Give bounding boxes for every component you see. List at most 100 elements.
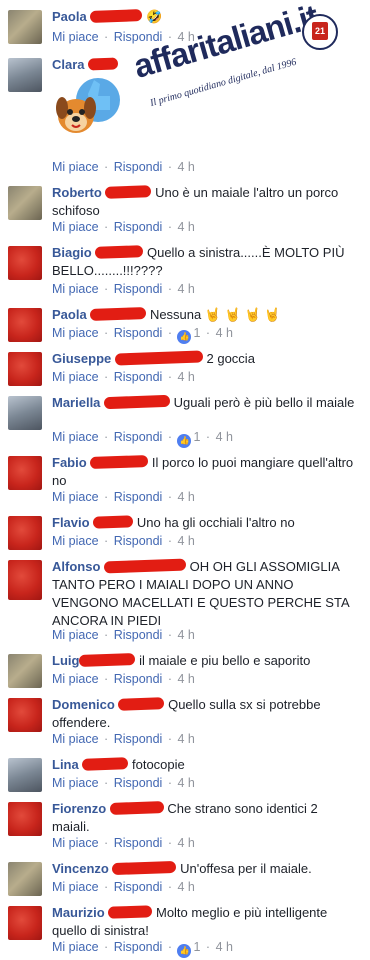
reply-link[interactable]: Rispondi (114, 430, 163, 444)
timestamp[interactable]: 4 h (177, 282, 194, 296)
reply-link[interactable]: Rispondi (114, 732, 163, 746)
commenter-name[interactable]: Giuseppe (52, 351, 111, 366)
thumbs-up-icon[interactable]: 👍 (177, 330, 192, 344)
reply-link[interactable]: Rispondi (114, 672, 163, 686)
timestamp[interactable]: 4 h (177, 880, 194, 894)
reply-link[interactable]: Rispondi (114, 836, 163, 850)
timestamp[interactable]: 4 h (177, 370, 194, 384)
comment-actions: Mi piace · Rispondi · 4 h (52, 776, 195, 790)
like-link[interactable]: Mi piace (52, 282, 99, 296)
like-link[interactable]: Mi piace (52, 220, 99, 234)
commenter-name[interactable]: Clara (52, 57, 85, 72)
like-link[interactable]: Mi piace (52, 628, 99, 642)
commenter-name[interactable]: Vincenzo (52, 861, 109, 876)
avatar[interactable] (8, 698, 42, 732)
like-link[interactable]: Mi piace (52, 160, 99, 174)
commenter-name[interactable]: Roberto (52, 185, 102, 200)
avatar[interactable] (8, 862, 42, 896)
comment-actions: Mi piace · Rispondi · 4 h (52, 836, 195, 850)
commenter-name[interactable]: Flavio (52, 515, 90, 530)
timestamp[interactable]: 4 h (216, 326, 233, 340)
affaritaliani-logo: affaritaliani.it Il primo quotidiano dig… (130, 0, 340, 138)
like-link[interactable]: Mi piace (52, 326, 99, 340)
like-link[interactable]: Mi piace (52, 940, 99, 954)
comment-text: il maiale e piu bello e saporito (139, 653, 311, 668)
commenter-name[interactable]: Paola (52, 9, 87, 24)
reply-link[interactable]: Rispondi (114, 880, 163, 894)
reply-link[interactable]: Rispondi (114, 282, 163, 296)
comment-text: Uguali però è più bello il maiale (173, 395, 355, 410)
reply-link[interactable]: Rispondi (114, 220, 163, 234)
avatar[interactable] (8, 352, 42, 386)
timestamp[interactable]: 4 h (216, 940, 233, 954)
avatar[interactable] (8, 308, 42, 342)
timestamp[interactable]: 4 h (177, 490, 194, 504)
timestamp[interactable]: 4 h (177, 672, 194, 686)
redaction-mark (105, 185, 152, 199)
commenter-name[interactable]: Lina (52, 757, 79, 772)
thumbs-up-icon[interactable]: 👍 (177, 434, 192, 448)
timestamp[interactable]: 4 h (177, 220, 194, 234)
timestamp[interactable]: 4 h (177, 776, 194, 790)
like-link[interactable]: Mi piace (52, 880, 99, 894)
like-link[interactable]: Mi piace (52, 534, 99, 548)
avatar[interactable] (8, 58, 42, 92)
like-link[interactable]: Mi piace (52, 776, 99, 790)
timestamp[interactable]: 4 h (177, 836, 194, 850)
like-link[interactable]: Mi piace (52, 732, 99, 746)
reply-link[interactable]: Rispondi (114, 160, 163, 174)
thumbs-up-icon[interactable]: 👍 (177, 944, 192, 958)
avatar[interactable] (8, 456, 42, 490)
redaction-mark (118, 697, 165, 711)
like-link[interactable]: Mi piace (52, 430, 99, 444)
redaction-mark (90, 454, 149, 470)
commenter-name[interactable]: Maurizio (52, 905, 105, 920)
commenter-name[interactable]: Fiorenzo (52, 801, 106, 816)
avatar[interactable] (8, 758, 42, 792)
commenter-name[interactable]: Domenico (52, 697, 115, 712)
reply-link[interactable]: Rispondi (114, 628, 163, 642)
timestamp[interactable]: 4 h (177, 534, 194, 548)
avatar[interactable] (8, 10, 42, 44)
comment-text: Uno ha gli occhiali l'altro no (136, 515, 295, 530)
avatar[interactable] (8, 654, 42, 688)
avatar[interactable] (8, 396, 42, 430)
redaction-mark (90, 307, 147, 321)
commenter-name[interactable]: Fabio (52, 455, 87, 470)
timestamp[interactable]: 4 h (177, 628, 194, 642)
commenter-name[interactable]: Biagio (52, 245, 92, 260)
avatar[interactable] (8, 516, 42, 550)
reply-link[interactable]: Rispondi (114, 370, 163, 384)
like-link[interactable]: Mi piace (52, 672, 99, 686)
comment-actions: Mi piace · Rispondi · 4 h (52, 282, 195, 296)
avatar[interactable] (8, 560, 42, 600)
like-link[interactable]: Mi piace (52, 836, 99, 850)
dog-thumbs-up-sticker (56, 78, 120, 133)
comment-actions: Mi piace · Rispondi · 4 h (52, 880, 195, 894)
like-count[interactable]: 1 (193, 326, 200, 340)
commenter-name[interactable]: Mariella (52, 395, 100, 410)
reply-link[interactable]: Rispondi (114, 326, 163, 340)
commenter-name[interactable]: Paola (52, 307, 87, 322)
redaction-mark (114, 350, 204, 366)
reply-link[interactable]: Rispondi (114, 490, 163, 504)
like-count[interactable]: 1 (193, 940, 200, 954)
avatar[interactable] (8, 246, 42, 280)
like-link[interactable]: Mi piace (52, 370, 99, 384)
timestamp[interactable]: 4 h (216, 430, 233, 444)
comment-actions: Mi piace · Rispondi · 4 h (52, 220, 195, 234)
commenter-name[interactable]: Alfonso (52, 559, 100, 574)
like-link[interactable]: Mi piace (52, 490, 99, 504)
comment-actions: Mi piace · Rispondi · 4 h (52, 490, 195, 504)
commenter-name[interactable]: Luig (52, 653, 79, 668)
avatar[interactable] (8, 906, 42, 940)
timestamp[interactable]: 4 h (177, 160, 194, 174)
like-link[interactable]: Mi piace (52, 30, 99, 44)
avatar[interactable] (8, 186, 42, 220)
reply-link[interactable]: Rispondi (114, 776, 163, 790)
reply-link[interactable]: Rispondi (114, 534, 163, 548)
reply-link[interactable]: Rispondi (114, 940, 163, 954)
timestamp[interactable]: 4 h (177, 732, 194, 746)
like-count[interactable]: 1 (193, 430, 200, 444)
avatar[interactable] (8, 802, 42, 836)
